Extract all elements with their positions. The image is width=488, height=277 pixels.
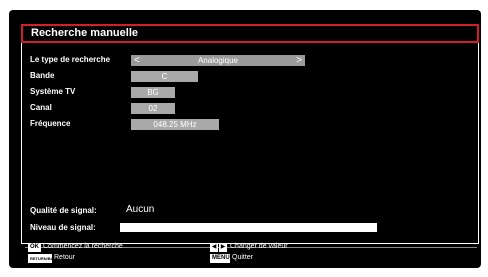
band-label: Bande (30, 71, 55, 80)
chevron-right-icon[interactable]: > (296, 55, 302, 66)
ok-hint: Commencez la recherche (43, 243, 123, 250)
frequency-label: Fréquence (30, 119, 71, 128)
menu-hint: Quitter (232, 254, 254, 261)
search-type-label: Le type de recherche (30, 55, 111, 64)
back-hint: Retour (54, 254, 76, 261)
signal-level-bar (120, 223, 377, 232)
channel-field[interactable]: 02 (131, 103, 175, 114)
band-field[interactable]: C (131, 71, 198, 82)
signal-quality-label: Qualité de signal: (30, 206, 97, 215)
tv-system-label: Système TV (30, 87, 76, 96)
page-title: Recherche manuelle (31, 27, 138, 39)
signal-quality-value: Aucun (126, 204, 155, 215)
change-value-hint: Changer de valeur (230, 243, 288, 250)
channel-label: Canal (30, 103, 52, 112)
ok-key-icon: OK (28, 243, 41, 252)
menu-key-icon: MENU (210, 254, 230, 263)
arrow-keys-icon: ◀ ▶ (210, 243, 227, 252)
title-bar: Recherche manuelle (21, 24, 479, 43)
arrow-right-icon: ▶ (219, 243, 227, 252)
search-type-value: Analogique (197, 56, 239, 65)
arrow-left-icon: ◀ (210, 243, 218, 252)
search-type-selector[interactable]: < Analogique > (131, 55, 305, 66)
signal-level-label: Niveau de signal: (30, 223, 96, 232)
back-key-icon: RETURN/BACK (28, 254, 60, 263)
tv-screen: Recherche manuelle Le type de recherche … (9, 10, 481, 268)
tv-system-field[interactable]: BG (131, 87, 175, 98)
chevron-left-icon[interactable]: < (134, 55, 140, 66)
frequency-field[interactable]: 048.25 MHz (131, 119, 219, 130)
